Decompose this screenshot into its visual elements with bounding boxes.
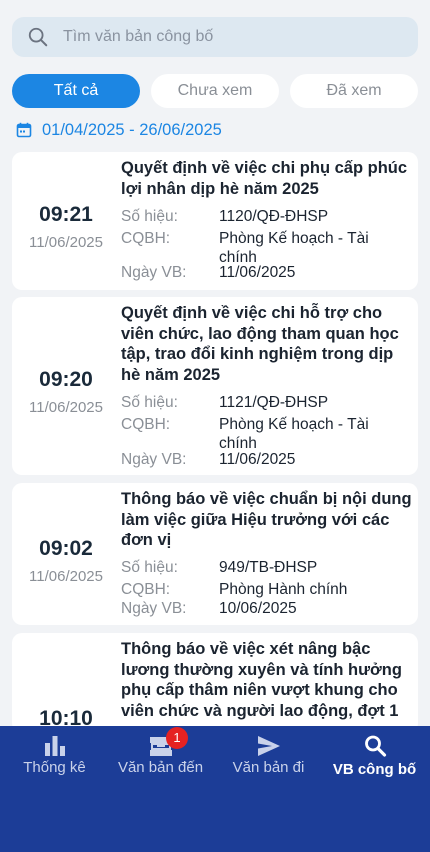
doc-date: 11/06/2025: [29, 399, 103, 416]
doc-issuer-label: CQBH:: [121, 416, 171, 433]
doc-issuer: Phòng Kế hoạch - Tài chính: [219, 230, 369, 266]
document-card[interactable]: 09:21 11/06/2025 Quyết định về việc chi …: [12, 152, 418, 290]
doc-issued-date: 11/06/2025: [219, 264, 296, 281]
send-icon: [257, 736, 280, 756]
doc-number-label: Số hiệu:: [121, 208, 178, 225]
search-placeholder: Tìm văn bản công bố: [63, 28, 214, 45]
doc-time: 09:20: [39, 368, 93, 391]
doc-time: 09:02: [39, 537, 93, 560]
doc-number-label: Số hiệu:: [121, 394, 178, 411]
notification-badge: 1: [166, 727, 188, 749]
tab-label: VB công bố: [332, 761, 417, 778]
doc-title: Thông báo về việc chuẩn bị nội dung làm …: [121, 490, 412, 549]
document-card[interactable]: 09:20 11/06/2025 Quyết định về việc chi …: [12, 297, 418, 475]
search-icon: [364, 735, 386, 757]
doc-issuer: Phòng Kế hoạch - Tài chính: [219, 416, 369, 452]
calendar-icon: [16, 122, 32, 138]
tab-outgoing-docs[interactable]: Văn bản đi: [215, 726, 322, 792]
bar-chart-icon: [44, 736, 65, 756]
date-range-picker[interactable]: 01/04/2025 - 26/06/2025: [16, 120, 222, 140]
bottom-navigation: Thống kê 1 Văn bản đến Văn bản đi VB côn…: [0, 726, 430, 852]
doc-issuer-label: CQBH:: [121, 581, 171, 598]
doc-date-label: Ngày VB:: [121, 264, 187, 281]
doc-issuer: Phòng Hành chính: [219, 581, 348, 598]
filter-read[interactable]: Đã xem: [290, 74, 418, 108]
doc-issued-date: 10/06/2025: [219, 600, 297, 617]
doc-issued-date: 11/06/2025: [219, 451, 296, 468]
doc-date-label: Ngày VB:: [121, 451, 187, 468]
filter-unread[interactable]: Chưa xem: [151, 74, 279, 108]
doc-issuer-label: CQBH:: [121, 230, 171, 247]
tab-incoming-docs[interactable]: 1 Văn bản đến: [107, 726, 214, 792]
doc-time: 09:21: [39, 203, 93, 226]
doc-number: 1120/QĐ-ĐHSP: [219, 208, 329, 225]
tab-label: Văn bản đi: [232, 759, 305, 776]
doc-date-label: Ngày VB:: [121, 600, 187, 617]
doc-date: 11/06/2025: [29, 234, 103, 251]
document-card[interactable]: 09:02 11/06/2025 Thông báo về việc chuẩn…: [12, 483, 418, 625]
doc-title: Quyết định về việc chi phụ cấp phúc lợi …: [121, 159, 408, 198]
filter-tabs: Tất cả Chưa xem Đã xem: [12, 74, 418, 108]
tab-statistics[interactable]: Thống kê: [1, 726, 108, 792]
doc-title: Quyết định về việc chi hỗ trợ cho viên c…: [121, 304, 399, 384]
doc-number: 1121/QĐ-ĐHSP: [219, 394, 329, 411]
doc-number: 949/TB-ĐHSP: [219, 559, 318, 576]
search-icon: [28, 27, 48, 47]
tab-label: Thống kê: [23, 759, 86, 776]
date-range-text: 01/04/2025 - 26/06/2025: [42, 120, 222, 139]
doc-date: 11/06/2025: [29, 568, 103, 585]
doc-number-label: Số hiệu:: [121, 559, 178, 576]
tab-published-docs[interactable]: VB công bố: [321, 726, 428, 792]
tab-label: Văn bản đến: [117, 759, 204, 776]
document-card[interactable]: 10:10 Thông báo về việc xét nâng bậc lươ…: [12, 633, 418, 733]
filter-all[interactable]: Tất cả: [12, 74, 140, 108]
search-bar[interactable]: Tìm văn bản công bố: [12, 17, 418, 57]
doc-title: Thông báo về việc xét nâng bậc lương thư…: [121, 640, 402, 720]
